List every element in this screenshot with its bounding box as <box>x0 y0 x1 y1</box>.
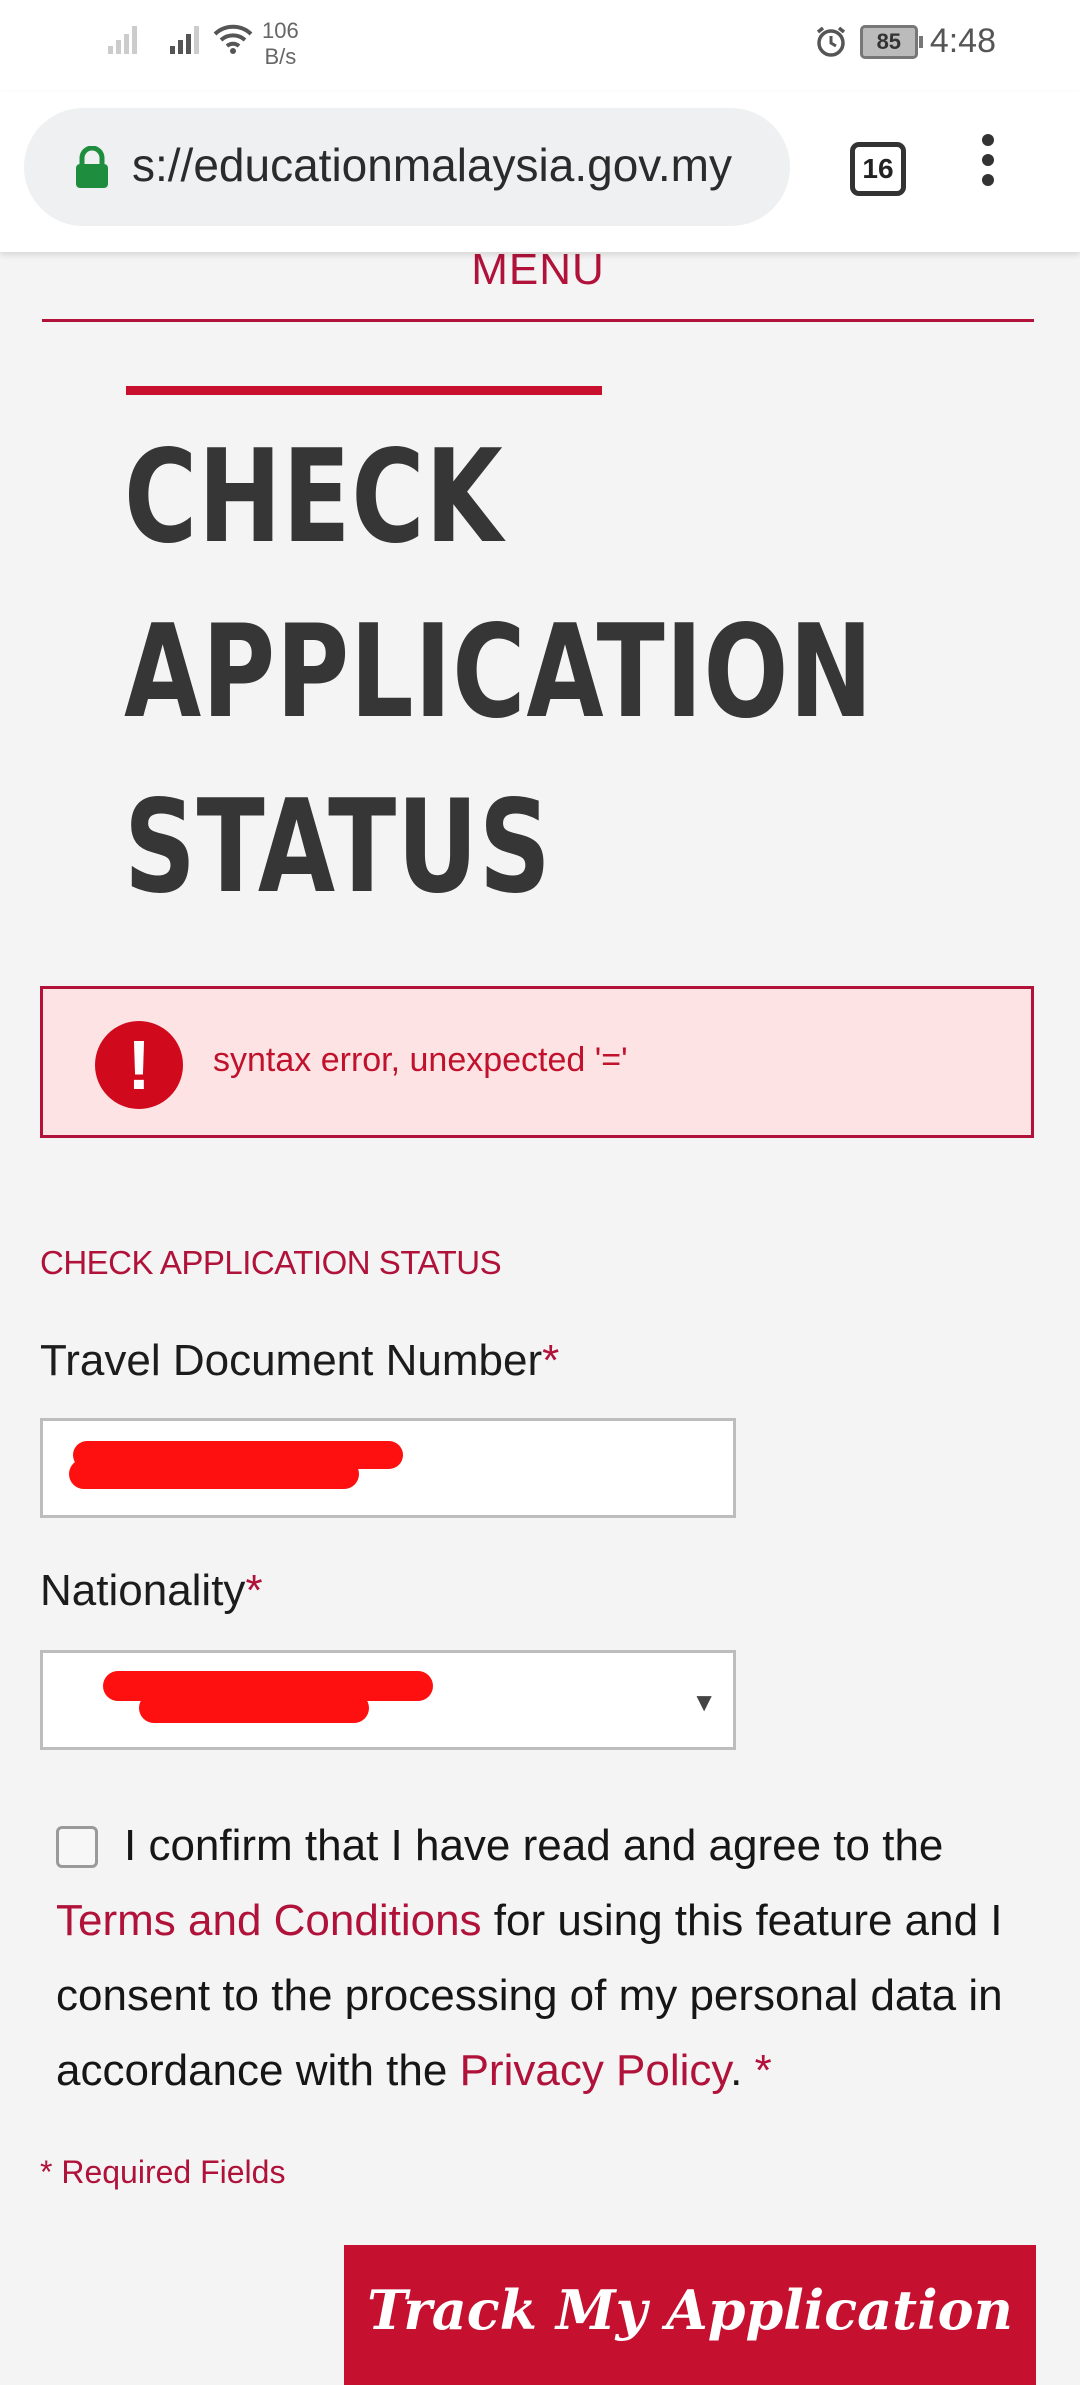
required-asterisk: * <box>245 1566 263 1615</box>
signal-icon <box>170 26 199 54</box>
consent-text: I confirm that I have read and agree to … <box>124 1821 944 1870</box>
page-title: CHECK APPLICATION STATUS <box>124 410 874 935</box>
privacy-policy-link[interactable]: Privacy Policy <box>460 2046 731 2095</box>
travel-document-input[interactable] <box>40 1418 736 1518</box>
error-alert: ! syntax error, unexpected '=' <box>40 986 1034 1138</box>
travel-document-label: Travel Document Number* <box>40 1336 559 1386</box>
nationality-label-text: Nationality <box>40 1566 246 1615</box>
nationality-select[interactable]: ▼ <box>40 1650 736 1750</box>
required-fields-note: * Required Fields <box>40 2154 286 2190</box>
menu-button[interactable]: MENU <box>42 248 1034 322</box>
page-title-line: STATUS <box>124 773 552 922</box>
travel-document-label-text: Travel Document Number <box>40 1336 543 1385</box>
terms-link[interactable]: Terms and Conditions <box>56 1896 482 1945</box>
form-section-label: CHECK APPLICATION STATUS <box>40 1244 502 1281</box>
nationality-label: Nationality* <box>40 1566 263 1616</box>
redaction-mark <box>139 1693 369 1723</box>
battery-indicator: 85 <box>859 24 923 59</box>
page-title-line: APPLICATION <box>124 598 874 747</box>
network-speed-value: 106 <box>262 18 299 43</box>
browser-toolbar: s://educationmalaysia.gov.my 16 <box>0 92 1080 252</box>
track-application-button[interactable]: Track My Application <box>344 2245 1036 2385</box>
consent-checkbox[interactable] <box>56 1826 98 1868</box>
alarm-icon <box>816 26 845 57</box>
consent-statement: I confirm that I have read and agree to … <box>56 1808 1036 2108</box>
page-title-line: CHECK <box>124 423 504 572</box>
network-speed: 106 B/s <box>262 18 299 70</box>
exclamation-icon: ! <box>95 1021 183 1109</box>
signal-icon <box>108 26 137 54</box>
address-bar[interactable]: s://educationmalaysia.gov.my <box>24 108 790 226</box>
error-message: syntax error, unexpected '=' <box>213 1041 628 1079</box>
clock: 4:48 <box>929 22 996 60</box>
dropdown-arrow-icon: ▼ <box>691 1687 717 1717</box>
network-speed-unit: B/s <box>264 44 297 69</box>
title-accent-rule <box>126 386 602 395</box>
more-options-icon[interactable] <box>982 134 994 194</box>
lock-icon <box>76 146 108 188</box>
tab-switcher-button[interactable]: 16 <box>850 142 906 196</box>
wifi-icon <box>213 24 253 54</box>
status-bar: 106 B/s 85 4:48 <box>0 0 1080 92</box>
required-asterisk: * <box>542 1336 560 1385</box>
consent-period: . <box>730 2046 743 2095</box>
redaction-mark <box>69 1459 359 1489</box>
required-asterisk: * <box>754 2046 772 2095</box>
url-text[interactable]: s://educationmalaysia.gov.my <box>132 138 782 192</box>
